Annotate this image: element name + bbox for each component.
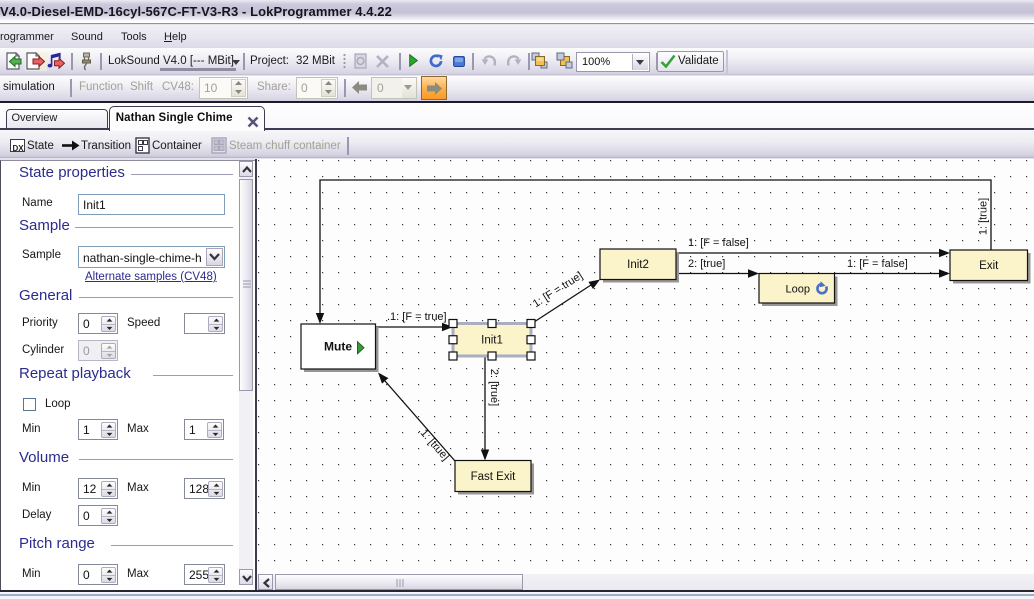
svg-text:Init2: Init2: [627, 259, 649, 271]
svg-text:2: [true]: 2: [true]: [488, 369, 500, 406]
svg-text:1: [F = false]: 1: [F = false]: [847, 258, 908, 270]
svg-text:2: [true]: 2: [true]: [688, 258, 725, 270]
svg-text:Fast Exit: Fast Exit: [471, 471, 517, 483]
svg-text:Loop: Loop: [786, 284, 810, 296]
svg-text:Init1: Init1: [481, 335, 503, 347]
svg-text:.1: [F = true]: .1: [F = true]: [387, 311, 447, 323]
svg-text:Mute: Mute: [324, 340, 352, 354]
svg-text:1: [F = false]: 1: [F = false]: [688, 237, 749, 249]
svg-text:1: [true]: 1: [true]: [978, 198, 990, 235]
svg-text:Exit: Exit: [979, 260, 999, 272]
